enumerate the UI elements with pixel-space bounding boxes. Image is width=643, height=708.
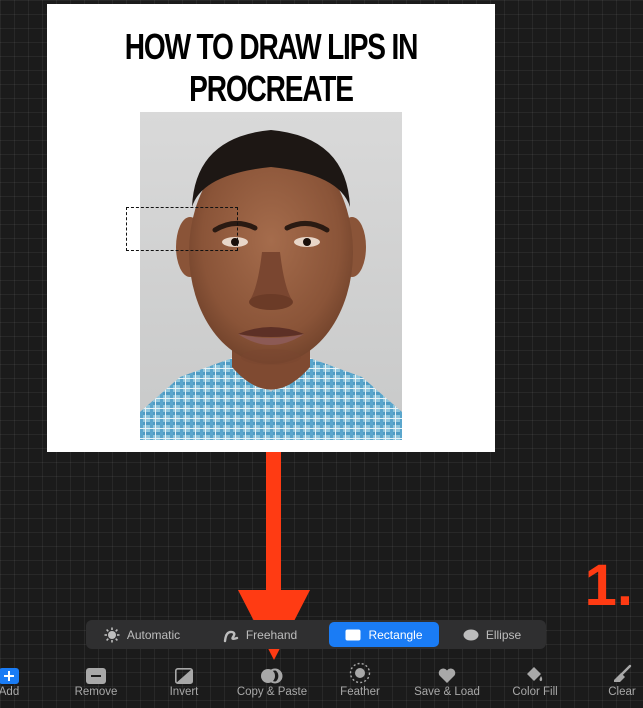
step-number-label: 1. [584, 553, 633, 618]
tool-add-label: Add [0, 686, 20, 698]
tool-color-fill-label: Color Fill [512, 686, 558, 698]
ellipse-icon [463, 629, 479, 641]
tool-clear-label: Clear [608, 686, 636, 698]
copy-paste-icon [260, 660, 284, 684]
mode-freehand[interactable]: Freehand [206, 622, 314, 647]
selection-toolbar: Add Remove Invert Copy & Paste Feather S… [0, 660, 643, 708]
tool-color-fill[interactable]: Color Fill [490, 660, 580, 706]
portrait-photo [140, 112, 402, 440]
tool-invert[interactable]: Invert [139, 660, 229, 706]
heart-icon [438, 660, 456, 684]
sun-icon [104, 627, 120, 643]
canvas-title-line2: PROCREATE [189, 68, 354, 109]
invert-icon [175, 660, 193, 684]
tool-copy-paste[interactable]: Copy & Paste [227, 660, 317, 706]
tool-save-load[interactable]: Save & Load [402, 660, 492, 706]
mode-automatic[interactable]: Automatic [90, 622, 194, 647]
feather-icon [349, 660, 371, 684]
tool-clear[interactable]: Clear [577, 660, 643, 706]
mode-ellipse-label: Ellipse [485, 627, 522, 642]
rectangle-selection-marquee[interactable] [126, 207, 238, 251]
mode-automatic-label: Automatic [126, 627, 181, 642]
mode-rectangle[interactable]: Rectangle [329, 622, 439, 647]
freehand-icon [223, 627, 239, 643]
tool-feather-label: Feather [340, 686, 380, 698]
tool-copy-paste-label: Copy & Paste [236, 686, 308, 698]
rectangle-icon [345, 629, 361, 641]
canvas-title: HOW TO DRAW LIPS IN PROCREATE [96, 26, 445, 110]
mode-freehand-label: Freehand [245, 627, 298, 642]
color-fill-icon [526, 660, 544, 684]
mode-ellipse[interactable]: Ellipse [442, 622, 542, 647]
mode-rectangle-label: Rectangle [368, 627, 423, 642]
tool-add[interactable]: Add [0, 660, 54, 706]
canvas-title-line1: HOW TO DRAW LIPS IN [124, 26, 419, 67]
canvas-artwork[interactable]: HOW TO DRAW LIPS IN PROCREATE [47, 4, 495, 452]
minus-icon [86, 660, 106, 684]
tool-feather[interactable]: Feather [315, 660, 405, 706]
tool-invert-label: Invert [169, 686, 199, 698]
selection-mode-bar: Automatic Freehand Rectangle Ellipse [86, 620, 546, 649]
tool-remove[interactable]: Remove [51, 660, 141, 706]
tool-remove-label: Remove [74, 686, 118, 698]
clear-brush-icon [612, 660, 632, 684]
tool-save-load-label: Save & Load [414, 686, 480, 698]
plus-icon [0, 660, 19, 684]
